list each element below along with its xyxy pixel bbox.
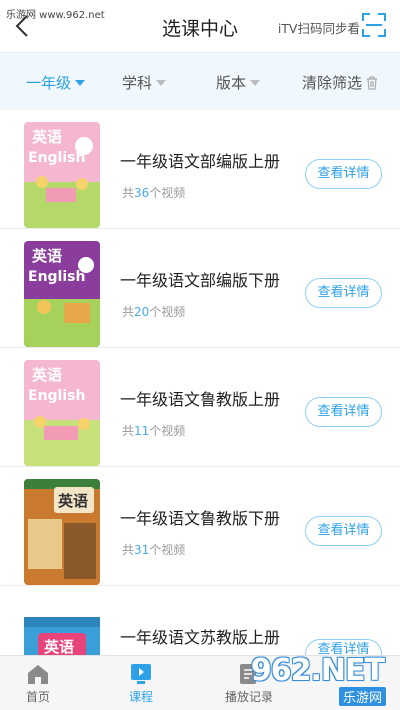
svg-text:英语: 英语 xyxy=(32,247,62,265)
book-cover: 英语 xyxy=(24,479,100,585)
course-title: 一年级语文部编版上册 xyxy=(120,152,281,171)
tab-home[interactable]: 首页 xyxy=(3,662,73,705)
course-row[interactable]: 英语 一年级语文鲁教版下册 共31个视频 查看详情 xyxy=(0,467,400,586)
video-count: 共11个视频 xyxy=(122,424,186,438)
course-row[interactable]: 英语 English 一年级语文鲁教版上册 共11个视频 查看详情 xyxy=(0,348,400,467)
course-title: 一年级语文鲁教版下册 xyxy=(120,509,281,528)
itv-scan-label[interactable]: iTV扫码同步看 xyxy=(278,18,360,37)
course-title: 一年级语文鲁教版上册 xyxy=(120,390,281,409)
svg-text:English: English xyxy=(28,150,85,166)
video-count: 共31个视频 xyxy=(122,543,186,557)
scan-icon xyxy=(362,13,386,37)
caret-down-icon xyxy=(75,80,86,86)
home-icon xyxy=(28,665,48,684)
course-row[interactable]: 英语 English 一年级语文部编版上册 共36个视频 查看详情 xyxy=(0,110,400,229)
watermark-text: 乐游网 www.962.net xyxy=(6,10,105,21)
caret-down-icon xyxy=(250,80,261,86)
clear-filter-label: 清除筛选 xyxy=(302,74,363,92)
view-details-button[interactable]: 查看详情 xyxy=(305,397,382,427)
course-row[interactable]: 英语 English 一年级语文部编版下册 共20个视频 查看详情 xyxy=(0,229,400,348)
svg-text:英语: 英语 xyxy=(32,128,62,146)
svg-text:English: English xyxy=(28,269,85,285)
trash-icon xyxy=(367,76,378,90)
scan-button[interactable] xyxy=(362,13,386,37)
book-cover: 英语 English xyxy=(24,241,100,347)
caret-down-icon xyxy=(156,80,167,86)
svg-text:英语: 英语 xyxy=(58,492,88,510)
svg-text:英语: 英语 xyxy=(44,638,74,656)
clear-filter-button[interactable]: 清除筛选 xyxy=(302,72,378,93)
filter-edition-label: 版本 xyxy=(216,74,247,92)
tab-home-label: 首页 xyxy=(25,690,50,704)
svg-text:English: English xyxy=(28,388,85,404)
filter-grade-label: 一年级 xyxy=(26,74,72,92)
svg-text:英语: 英语 xyxy=(32,366,62,384)
tab-course-label: 课程 xyxy=(128,690,153,704)
course-icon xyxy=(131,664,151,684)
book-cover: 英语 English xyxy=(24,360,100,466)
video-count: 共36个视频 xyxy=(122,186,186,200)
book-cover: 英语 English xyxy=(24,122,100,228)
view-details-button[interactable]: 查看详情 xyxy=(305,516,382,546)
view-details-button[interactable]: 查看详情 xyxy=(305,278,382,308)
filter-subject-label: 学科 xyxy=(122,74,153,92)
watermark-logo: 962.NET 乐游网 xyxy=(250,653,386,706)
filter-subject[interactable]: 学科 xyxy=(122,72,167,93)
filter-grade[interactable]: 一年级 xyxy=(26,72,86,93)
filter-edition[interactable]: 版本 xyxy=(216,72,261,93)
filter-bar: 一年级 学科 版本 清除筛选 xyxy=(0,52,400,110)
video-count: 共20个视频 xyxy=(122,305,186,319)
tab-course[interactable]: 课程 xyxy=(106,662,176,705)
course-title: 一年级语文苏教版上册 xyxy=(120,628,281,647)
course-title: 一年级语文部编版下册 xyxy=(120,271,281,290)
view-details-button[interactable]: 查看详情 xyxy=(305,159,382,189)
